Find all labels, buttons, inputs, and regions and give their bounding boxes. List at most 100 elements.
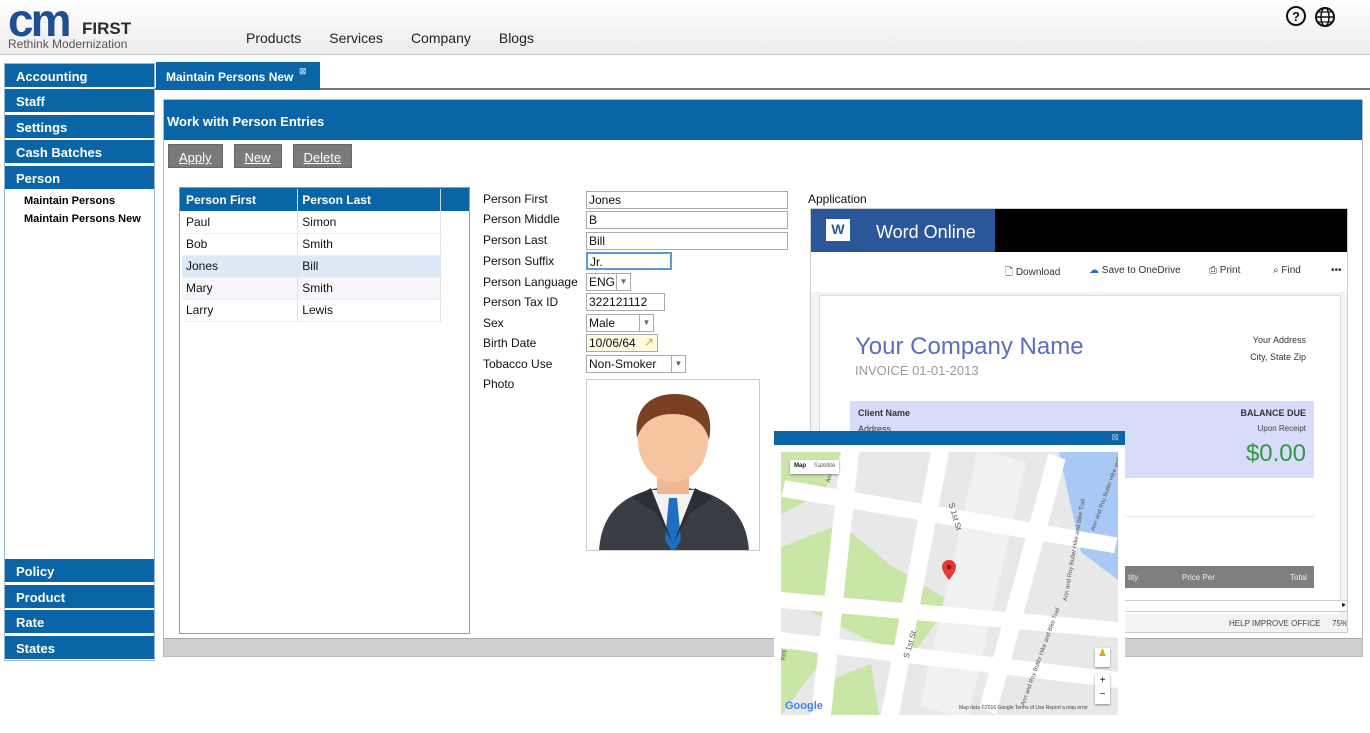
column-price-per: Price Per [1182, 573, 1215, 582]
tab-maintain-persons-new[interactable]: Maintain Persons New ⊠ [156, 62, 320, 90]
word-brand: W Word Online [811, 209, 995, 252]
zoom-level[interactable]: 75% [1332, 619, 1347, 628]
table-row-selected[interactable]: Jones Bill [182, 255, 441, 278]
cell-person-last: Smith [297, 277, 441, 300]
word-app-name: Word Online [876, 222, 976, 242]
person-middle-input[interactable]: B [586, 211, 788, 229]
sidebar-subitem-maintain-persons-new[interactable]: Maintain Persons New [24, 213, 141, 225]
logo[interactable]: cm FIRST Rethink Modernization [6, 0, 146, 52]
upon-receipt-label: Upon Receipt [1257, 424, 1306, 433]
nav-company[interactable]: Company [411, 30, 471, 46]
zoom-in-button[interactable]: + [1095, 674, 1110, 688]
sidebar-item-settings[interactable]: Settings [5, 115, 154, 139]
person-suffix-input[interactable]: Jr. [586, 252, 672, 270]
sidebar-item-cash-batches[interactable]: Cash Batches [5, 140, 154, 164]
help-icon[interactable]: ? [1286, 6, 1306, 26]
apply-button[interactable]: Apply [168, 144, 223, 168]
calendar-picker-icon[interactable]: ↗ [644, 335, 654, 349]
close-tab-icon[interactable]: ⊠ [299, 66, 307, 77]
birth-date-input[interactable]: 10/06/64 ↗ [586, 334, 658, 352]
person-tax-id-input[interactable]: 322121112 [586, 293, 665, 311]
delete-button[interactable]: Delete [292, 144, 353, 168]
table-row[interactable]: Paul Simon [182, 211, 441, 234]
chevron-down-icon[interactable]: ▼ [671, 356, 685, 372]
print-button[interactable]: ⎙ Print [1209, 265, 1240, 276]
map-view[interactable]: S 1st St S 1st St Ann and Roy Butler Hik… [781, 452, 1118, 715]
invoice-line: INVOICE 01-01-2013 [855, 363, 979, 378]
column-total: Total [1290, 573, 1307, 582]
sidebar-item-rate[interactable]: Rate [5, 610, 154, 634]
person-last-label: Person Last [483, 233, 548, 247]
help-improve-office-link[interactable]: HELP IMPROVE OFFICE [1229, 619, 1320, 628]
new-button[interactable]: New [233, 144, 282, 168]
photo-label: Photo [483, 377, 515, 391]
chevron-down-icon[interactable]: ▼ [639, 315, 653, 331]
sidebar-item-states[interactable]: States [5, 636, 154, 660]
logo-suffix: FIRST [82, 19, 132, 38]
close-map-icon[interactable]: ⊠ [1111, 432, 1119, 443]
sidebar: Accounting Staff Settings Cash Batches P… [4, 63, 155, 661]
person-first-input[interactable]: Jones [586, 191, 788, 209]
sidebar-item-person[interactable]: Person [5, 166, 154, 190]
word-header: W Word Online [811, 209, 1347, 252]
cell-person-first: Bob [182, 233, 299, 256]
tab-label: Maintain Persons New [166, 70, 294, 84]
tobacco-use-label: Tobacco Use [483, 357, 553, 371]
download-label: Download [1015, 267, 1061, 278]
map-type-satellite[interactable]: Satellite [810, 460, 839, 474]
tobacco-use-select[interactable]: Non-Smoker ▼ [586, 355, 686, 373]
top-bar: cm FIRST Rethink Modernization Products … [0, 0, 1370, 55]
find-button[interactable]: ⌕ Find [1273, 265, 1301, 276]
sex-value: Male [589, 316, 616, 330]
cell-person-first: Jones [182, 255, 299, 278]
nav-blogs[interactable]: Blogs [499, 30, 534, 46]
table-row[interactable]: Larry Lewis [182, 299, 441, 322]
table-row[interactable]: Bob Smith [182, 233, 441, 256]
zoom-out-button[interactable]: − [1095, 688, 1110, 702]
column-header-person-last[interactable]: Person Last [297, 189, 441, 211]
main-nav: Products Services Company Blogs [232, 30, 548, 46]
find-label: Find [1281, 265, 1301, 276]
save-to-onedrive-button[interactable]: ☁ Save to OneDrive [1089, 265, 1181, 276]
sidebar-item-product[interactable]: Product [5, 585, 154, 609]
nav-services[interactable]: Services [329, 30, 383, 46]
sex-label: Sex [483, 316, 504, 330]
nav-products[interactable]: Products [246, 30, 301, 46]
table-row[interactable]: Mary Smith [182, 277, 441, 300]
globe-icon[interactable] [1314, 6, 1336, 34]
chevron-down-icon[interactable]: ▼ [616, 274, 630, 290]
sidebar-item-policy[interactable]: Policy [5, 559, 154, 583]
map-attribution[interactable]: Map data ©2016 Google Terms of Use Repor… [959, 705, 1088, 711]
map-popup-titlebar[interactable]: ⊠ [774, 431, 1125, 445]
map-type-map[interactable]: Map [790, 460, 810, 474]
birth-date-label: Birth Date [483, 336, 537, 350]
cell-person-last: Smith [297, 233, 441, 256]
map-popup: ⊠ S 1st St S 1st St Ann and Roy Butler H… [774, 431, 1125, 716]
column-header-person-first[interactable]: Person First [182, 189, 299, 211]
person-last-input[interactable]: Bill [586, 232, 788, 250]
sidebar-item-accounting[interactable]: Accounting [5, 64, 154, 88]
tab-bar: Maintain Persons New ⊠ [155, 62, 1370, 90]
address-line1: Your Address [1252, 335, 1306, 345]
street-view-pegman-icon[interactable]: ♟ [1095, 648, 1110, 667]
application-label: Application [808, 192, 867, 206]
person-grid: Person First Person Last Paul Simon Bob … [179, 187, 470, 634]
google-logo: Google [785, 700, 823, 712]
sidebar-subitem-maintain-persons[interactable]: Maintain Persons [24, 195, 115, 207]
person-table: Person First Person Last Paul Simon Bob … [182, 189, 441, 322]
sidebar-item-staff[interactable]: Staff [5, 89, 154, 113]
balance-due-label: BALANCE DUE [1240, 408, 1306, 418]
top-icons: ? [1286, 6, 1336, 34]
more-options-button[interactable]: ••• [1331, 265, 1342, 276]
person-photo[interactable] [586, 379, 760, 551]
printer-icon: ⎙ [1209, 265, 1220, 276]
person-language-label: Person Language [483, 275, 578, 289]
print-label: Print [1219, 265, 1241, 276]
column-quantity: tity [1128, 573, 1139, 582]
download-button[interactable]: 🗋 Download [1005, 265, 1060, 282]
person-language-select[interactable]: ENG ▼ [586, 273, 631, 291]
map-type-control: Map Satellite [790, 460, 840, 474]
scroll-right-icon[interactable]: ▸ [1342, 600, 1346, 609]
cell-person-first: Paul [182, 211, 299, 234]
sex-select[interactable]: Male ▼ [586, 314, 654, 332]
